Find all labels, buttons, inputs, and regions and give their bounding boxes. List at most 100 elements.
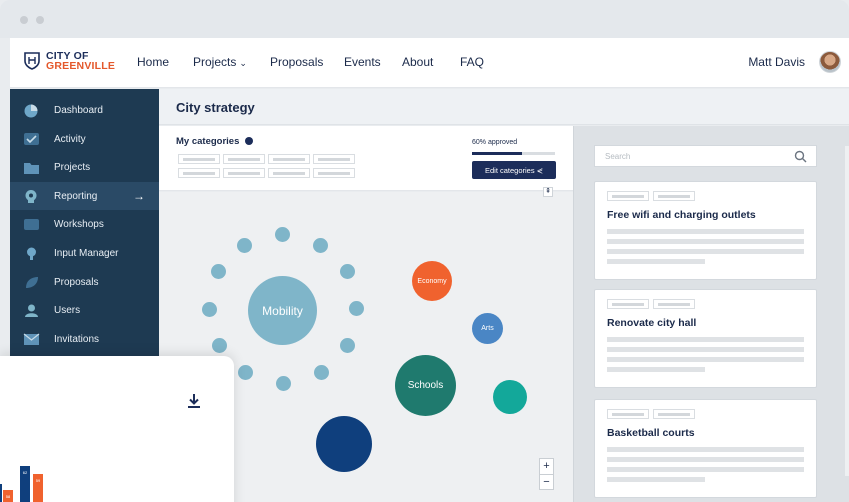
card-text-line xyxy=(607,357,804,362)
mini-bar: 58 xyxy=(3,490,13,502)
folder-icon xyxy=(24,162,39,174)
proposal-card[interactable]: Free wifi and charging outlets xyxy=(594,181,817,280)
nav-proposals[interactable]: Proposals xyxy=(270,55,323,69)
category-chip[interactable] xyxy=(223,168,265,178)
category-chip[interactable] xyxy=(178,154,220,164)
zoom-control: + − xyxy=(539,458,554,490)
proposal-card[interactable]: Basketball courts xyxy=(594,399,817,498)
proposals-panel: Free wifi and charging outlets Renovate … xyxy=(573,126,849,502)
card-text-line xyxy=(607,337,804,342)
sidebar-item-label: Activity xyxy=(54,133,86,145)
sidebar-item-label: Proposals xyxy=(54,276,99,288)
categories-title: My categories xyxy=(176,136,240,147)
window-dot-close[interactable] xyxy=(20,16,28,24)
sidebar-item-workshops[interactable]: Workshops xyxy=(10,210,159,238)
card-text-line xyxy=(607,477,705,482)
card-title: Renovate city hall xyxy=(607,317,697,329)
category-chip[interactable] xyxy=(268,168,310,178)
category-bubble[interactable] xyxy=(212,338,227,353)
nav-faq[interactable]: FAQ xyxy=(460,55,484,69)
category-chip[interactable] xyxy=(313,154,355,164)
card-tag xyxy=(607,299,649,309)
avatar[interactable] xyxy=(819,51,841,73)
approval-progress-bar xyxy=(472,152,555,155)
card-tag xyxy=(607,409,649,419)
edit-categories-button[interactable]: Edit categories ⋞ xyxy=(472,161,556,179)
info-icon[interactable] xyxy=(245,137,253,145)
nav-projects-label: Projects xyxy=(193,55,237,69)
sidebar-item-dashboard[interactable]: Dashboard xyxy=(10,96,159,124)
card-title: Basketball courts xyxy=(607,427,695,439)
approved-label: 60% approved xyxy=(472,139,518,146)
category-chip[interactable] xyxy=(178,168,220,178)
approval-progress-fill xyxy=(472,152,522,155)
category-bubble[interactable] xyxy=(211,264,226,279)
sidebar-item-input-manager[interactable]: Input Manager xyxy=(10,239,159,267)
video-icon xyxy=(24,218,39,230)
sidebar-item-projects[interactable]: Projects xyxy=(10,153,159,181)
card-text-line xyxy=(607,229,804,234)
download-icon[interactable] xyxy=(186,392,202,410)
scrollbar[interactable] xyxy=(845,146,849,476)
category-bubble[interactable] xyxy=(493,380,527,414)
user-icon xyxy=(25,304,38,317)
mini-bar: 62 xyxy=(20,466,30,502)
bubble-economy[interactable]: Economy xyxy=(412,261,452,301)
category-bubble[interactable] xyxy=(237,238,252,253)
sidebar-item-label: Workshops xyxy=(54,218,104,230)
card-text-line xyxy=(607,249,804,254)
category-chip[interactable] xyxy=(313,168,355,178)
category-bubble[interactable] xyxy=(313,238,328,253)
share-icon: ⋞ xyxy=(536,165,543,175)
window-dot-minimize[interactable] xyxy=(36,16,44,24)
collapse-icon[interactable]: ⇞ xyxy=(543,187,553,197)
card-text-line xyxy=(607,259,705,264)
mini-bar-label: 59 xyxy=(35,478,41,483)
category-bubble[interactable] xyxy=(314,365,329,380)
card-tag xyxy=(653,409,695,419)
category-chip[interactable] xyxy=(223,154,265,164)
zoom-out-button[interactable]: − xyxy=(540,474,553,489)
user-name[interactable]: Matt Davis xyxy=(748,55,805,69)
search-icon[interactable] xyxy=(794,150,807,163)
search-input[interactable] xyxy=(595,146,775,167)
check-icon xyxy=(24,132,39,145)
bubble-mobility[interactable]: Mobility xyxy=(248,276,317,345)
category-bubble[interactable] xyxy=(238,365,253,380)
city-logo[interactable]: CITY OF GREENVILLE xyxy=(24,51,115,71)
nav-about[interactable]: About xyxy=(402,55,433,69)
window-titlebar xyxy=(0,0,849,38)
category-chip[interactable] xyxy=(268,154,310,164)
category-bubble[interactable] xyxy=(275,227,290,242)
category-bubble[interactable] xyxy=(349,301,364,316)
nav-home[interactable]: Home xyxy=(137,55,169,69)
top-navigation: CITY OF GREENVILLE Home Projects ⌄ Propos… xyxy=(10,38,849,88)
head-icon xyxy=(25,189,37,203)
export-chart-card: 58 62 59 xyxy=(0,356,234,502)
bubble-schools[interactable]: Schools xyxy=(395,355,456,416)
sidebar-item-activity[interactable]: Activity xyxy=(10,125,159,153)
sidebar-item-reporting[interactable]: Reporting → xyxy=(10,182,159,210)
sidebar-item-invitations[interactable]: Invitations xyxy=(10,325,159,353)
mail-icon xyxy=(23,333,40,345)
category-bubble[interactable] xyxy=(276,376,291,391)
bubble-arts[interactable]: Arts xyxy=(472,313,503,344)
category-bubble[interactable] xyxy=(316,416,372,472)
category-bubble[interactable] xyxy=(202,302,217,317)
category-bubble[interactable] xyxy=(340,338,355,353)
nav-projects[interactable]: Projects ⌄ xyxy=(193,55,247,69)
sidebar-item-proposals[interactable]: Proposals xyxy=(10,268,159,296)
proposal-card[interactable]: Renovate city hall xyxy=(594,289,817,388)
sidebar-item-users[interactable]: Users xyxy=(10,296,159,324)
mini-bar: 59 xyxy=(33,474,43,502)
zoom-in-button[interactable]: + xyxy=(540,459,553,474)
sidebar-item-label: Invitations xyxy=(54,333,100,345)
edit-categories-label: Edit categories xyxy=(484,165,535,175)
category-bubble[interactable] xyxy=(340,264,355,279)
card-tag xyxy=(607,191,649,201)
card-text-line xyxy=(607,347,804,352)
sidebar-item-label: Reporting xyxy=(54,190,98,202)
search-box xyxy=(594,145,817,167)
sidebar-item-label: Projects xyxy=(54,161,91,173)
nav-events[interactable]: Events xyxy=(344,55,381,69)
